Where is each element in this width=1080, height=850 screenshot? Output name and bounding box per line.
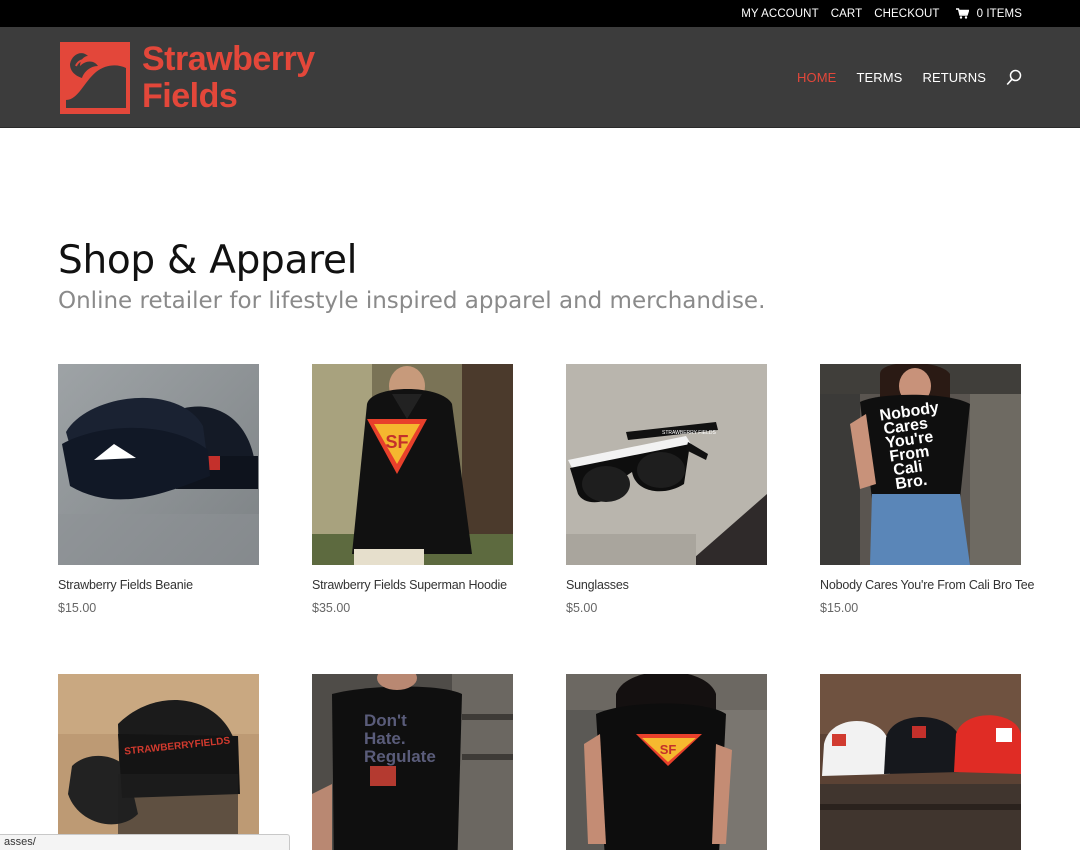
- product-name[interactable]: Strawberry Fields Superman Hoodie: [312, 578, 513, 592]
- svg-text:STRAWBERRY FIELDS: STRAWBERRY FIELDS: [662, 430, 716, 436]
- main-nav: HOME TERMS RETURNS: [797, 27, 1022, 128]
- cart-items-link[interactable]: 0 ITEMS: [955, 7, 1022, 20]
- browser-status-bar: asses/: [0, 834, 290, 850]
- nav-home[interactable]: HOME: [797, 70, 836, 85]
- logo-text-line1: Strawberry: [142, 40, 315, 78]
- product-card[interactable]: SF: [566, 674, 767, 850]
- product-price: $15.00: [58, 601, 97, 615]
- page-subtitle: Online retailer for lifestyle inspired a…: [58, 288, 766, 314]
- cart-count: 0 ITEMS: [976, 7, 1022, 20]
- product-card[interactable]: Don't Hate. Regulate: [312, 674, 513, 850]
- product-card[interactable]: SF Strawberry Fields Superman Hoodie $35…: [312, 364, 513, 615]
- logo-text-line2: Fields: [142, 77, 238, 115]
- product-price: $35.00: [312, 601, 351, 615]
- product-image-hoodie[interactable]: SF: [312, 364, 513, 565]
- cart-icon: [955, 8, 969, 19]
- product-image-tee[interactable]: Nobody Cares You're From Cali Bro.: [820, 364, 1021, 565]
- regulate-print-line: Don't: [364, 711, 407, 730]
- site-header: Strawberry Fields HOME TERMS RETURNS: [0, 27, 1080, 128]
- site-logo[interactable]: Strawberry Fields: [60, 41, 315, 115]
- svg-text:SF: SF: [660, 742, 677, 757]
- product-image-sunglasses[interactable]: STRAWBERRY FIELDS: [566, 364, 767, 565]
- top-bar: MY ACCOUNT CART CHECKOUT 0 ITEMS: [0, 0, 1080, 27]
- product-name[interactable]: Strawberry Fields Beanie: [58, 578, 259, 592]
- product-price: $5.00: [566, 601, 598, 615]
- product-card[interactable]: STRAWBERRY FIELDS Sunglasses $5.00: [566, 364, 767, 615]
- search-icon[interactable]: [1006, 69, 1022, 86]
- product-image-caps[interactable]: [820, 674, 1021, 850]
- nav-returns[interactable]: RETURNS: [922, 70, 986, 85]
- regulate-print-line: Regulate: [364, 747, 436, 766]
- product-card[interactable]: Nobody Cares You're From Cali Bro. Nobod…: [820, 364, 1035, 615]
- checkout-link[interactable]: CHECKOUT: [874, 8, 939, 20]
- product-image-trucker-hat[interactable]: STRAWBERRYFIELDS: [58, 674, 259, 850]
- my-account-link[interactable]: MY ACCOUNT: [741, 8, 818, 20]
- product-name[interactable]: Sunglasses: [566, 578, 767, 592]
- product-card[interactable]: [820, 674, 1021, 850]
- cart-link[interactable]: CART: [831, 8, 863, 20]
- product-price: $15.00: [820, 601, 859, 615]
- product-card[interactable]: Strawberry Fields Beanie $15.00: [58, 364, 259, 615]
- nav-terms[interactable]: TERMS: [856, 70, 902, 85]
- product-image-regulate-tee[interactable]: Don't Hate. Regulate: [312, 674, 513, 850]
- regulate-print-line: Hate.: [364, 729, 406, 748]
- product-name[interactable]: Nobody Cares You're From Cali Bro Tee: [820, 578, 1035, 592]
- product-image-superman-tee[interactable]: SF: [566, 674, 767, 850]
- strawberry-fields-logo-icon: [60, 42, 130, 114]
- product-card[interactable]: STRAWBERRYFIELDS: [58, 674, 259, 850]
- top-links: MY ACCOUNT CART CHECKOUT 0 ITEMS: [741, 0, 1022, 27]
- product-image-beanie[interactable]: [58, 364, 259, 565]
- logo-text: Strawberry Fields: [142, 41, 315, 115]
- page-title: Shop & Apparel: [58, 238, 358, 283]
- svg-text:SF: SF: [385, 432, 408, 452]
